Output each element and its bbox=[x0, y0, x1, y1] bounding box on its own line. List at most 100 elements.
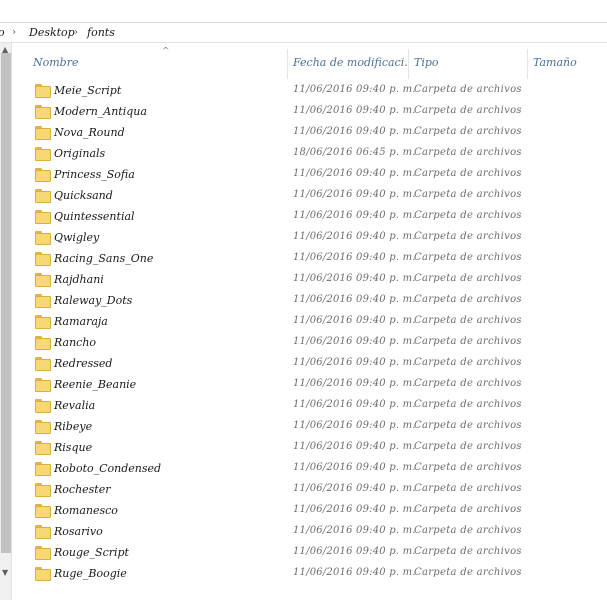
folder-icon bbox=[35, 441, 51, 455]
vertical-scrollbar[interactable]: ▲ ▼ bbox=[0, 43, 12, 600]
table-row[interactable]: Ramaraja 11/06/2016 09:40 p. m. Carpeta de… bbox=[12, 312, 607, 333]
table-row[interactable]: Rosarivo 11/06/2016 09:40 p. m. Carpeta de… bbox=[12, 522, 607, 543]
modified-date: 11/06/2016 09:40 p. m. bbox=[293, 252, 416, 263]
table-row[interactable]: Nova_Round 11/06/2016 09:40 p. m. Carpeta … bbox=[12, 123, 607, 144]
file-name[interactable]: Ruge_Boogie bbox=[54, 567, 127, 580]
file-type: Carpeta de archivos bbox=[414, 210, 522, 221]
modified-date: 11/06/2016 09:40 p. m. bbox=[293, 525, 416, 536]
modified-date: 11/06/2016 09:40 p. m. bbox=[293, 336, 416, 347]
modified-date: 11/06/2016 09:40 p. m. bbox=[293, 399, 416, 410]
modified-date: 11/06/2016 09:40 p. m. bbox=[293, 441, 416, 452]
file-name[interactable]: Modern_Antiqua bbox=[54, 105, 147, 118]
file-type: Carpeta de archivos bbox=[414, 483, 522, 494]
folder-icon bbox=[35, 378, 51, 392]
file-name[interactable]: Racing_Sans_One bbox=[54, 252, 153, 265]
breadcrumb-item-parent[interactable]: o bbox=[0, 26, 5, 39]
file-name[interactable]: Ramaraja bbox=[54, 315, 108, 328]
folder-icon bbox=[35, 315, 51, 329]
file-name[interactable]: Nova_Round bbox=[54, 126, 125, 139]
column-divider[interactable] bbox=[408, 49, 409, 79]
file-name[interactable]: Redressed bbox=[54, 357, 112, 370]
column-header-name[interactable]: Nombre bbox=[33, 56, 273, 69]
table-row[interactable]: Rancho 11/06/2016 09:40 p. m. Carpeta de a… bbox=[12, 333, 607, 354]
file-name[interactable]: Rosarivo bbox=[54, 525, 103, 538]
breadcrumb-item-desktop[interactable]: Desktop bbox=[29, 26, 75, 39]
table-row[interactable]: Rouge_Script 11/06/2016 09:40 p. m. Carpet… bbox=[12, 543, 607, 564]
file-name[interactable]: Ribeye bbox=[54, 420, 92, 433]
folder-icon bbox=[35, 273, 51, 287]
folder-icon bbox=[35, 546, 51, 560]
table-row[interactable]: Raleway_Dots 11/06/2016 09:40 p. m. Carpet… bbox=[12, 291, 607, 312]
folder-icon bbox=[35, 147, 51, 161]
table-row[interactable]: Ruge_Boogie 11/06/2016 09:40 p. m. Carpeta… bbox=[12, 564, 607, 585]
folder-icon bbox=[35, 483, 51, 497]
modified-date: 11/06/2016 09:40 p. m. bbox=[293, 210, 416, 221]
table-row[interactable]: Racing_Sans_One 11/06/2016 09:40 p. m. Car… bbox=[12, 249, 607, 270]
table-row[interactable]: Rochester 11/06/2016 09:40 p. m. Carpeta d… bbox=[12, 480, 607, 501]
table-row[interactable]: Quicksand 11/06/2016 09:40 p. m. Carpeta d… bbox=[12, 186, 607, 207]
column-header-type[interactable]: Tipo bbox=[414, 56, 524, 69]
chevron-right-icon[interactable]: › bbox=[74, 27, 78, 38]
chevron-right-icon[interactable]: › bbox=[12, 27, 16, 38]
file-name[interactable]: Rouge_Script bbox=[54, 546, 129, 559]
table-row[interactable]: Originals 18/06/2016 06:45 p. m. Carpeta d… bbox=[12, 144, 607, 165]
column-header-size[interactable]: Tamaño bbox=[533, 56, 603, 69]
table-row[interactable]: Revalia 11/06/2016 09:40 p. m. Carpeta de … bbox=[12, 396, 607, 417]
file-name[interactable]: Revalia bbox=[54, 399, 95, 412]
file-type: Carpeta de archivos bbox=[414, 273, 522, 284]
breadcrumb-item-fonts[interactable]: fonts bbox=[87, 26, 115, 39]
table-row[interactable]: Roboto_Condensed 11/06/2016 09:40 p. m. Ca… bbox=[12, 459, 607, 480]
scrollbar-thumb[interactable] bbox=[1, 53, 11, 553]
table-row[interactable]: Modern_Antiqua 11/06/2016 09:40 p. m. Carp… bbox=[12, 102, 607, 123]
modified-date: 18/06/2016 06:45 p. m. bbox=[293, 147, 416, 158]
file-name[interactable]: Rochester bbox=[54, 483, 111, 496]
folder-icon bbox=[35, 420, 51, 434]
file-name[interactable]: Rancho bbox=[54, 336, 96, 349]
file-type: Carpeta de archivos bbox=[414, 252, 522, 263]
table-row[interactable]: Princess_Sofia 11/06/2016 09:40 p. m. Carp… bbox=[12, 165, 607, 186]
table-row[interactable]: Risque 11/06/2016 09:40 p. m. Carpeta de a… bbox=[12, 438, 607, 459]
column-divider[interactable] bbox=[527, 49, 528, 79]
table-row[interactable]: Rajdhani 11/06/2016 09:40 p. m. Carpeta de… bbox=[12, 270, 607, 291]
table-row[interactable]: Quintessential 11/06/2016 09:40 p. m. Carp… bbox=[12, 207, 607, 228]
table-row[interactable]: Redressed 11/06/2016 09:40 p. m. Carpeta d… bbox=[12, 354, 607, 375]
address-bar[interactable]: o › Desktop › fonts bbox=[0, 22, 607, 43]
folder-icon bbox=[35, 525, 51, 539]
file-name[interactable]: Quintessential bbox=[54, 210, 135, 223]
folder-icon bbox=[35, 462, 51, 476]
file-name[interactable]: Originals bbox=[54, 147, 105, 160]
folder-icon bbox=[35, 504, 51, 518]
column-header-date[interactable]: Fecha de modificaci... bbox=[293, 56, 407, 69]
file-name[interactable]: Reenie_Beanie bbox=[54, 378, 136, 391]
file-name[interactable]: Romanesco bbox=[54, 504, 118, 517]
folder-icon bbox=[35, 126, 51, 140]
scroll-down-icon[interactable]: ▼ bbox=[2, 568, 8, 577]
modified-date: 11/06/2016 09:40 p. m. bbox=[293, 315, 416, 326]
file-name[interactable]: Rajdhani bbox=[54, 273, 104, 286]
file-type: Carpeta de archivos bbox=[414, 231, 522, 242]
table-row[interactable]: Ribeye 11/06/2016 09:40 p. m. Carpeta de a… bbox=[12, 417, 607, 438]
file-name[interactable]: Roboto_Condensed bbox=[54, 462, 161, 475]
file-type: Carpeta de archivos bbox=[414, 504, 522, 515]
file-type: Carpeta de archivos bbox=[414, 126, 522, 137]
file-name[interactable]: Raleway_Dots bbox=[54, 294, 132, 307]
folder-icon bbox=[35, 189, 51, 203]
table-row[interactable]: Meie_Script 11/06/2016 09:40 p. m. Carpeta… bbox=[12, 81, 607, 102]
folder-icon bbox=[35, 252, 51, 266]
folder-icon bbox=[35, 231, 51, 245]
file-type: Carpeta de archivos bbox=[414, 336, 522, 347]
table-row[interactable]: Qwigley 11/06/2016 09:40 p. m. Carpeta de … bbox=[12, 228, 607, 249]
table-row[interactable]: Reenie_Beanie 11/06/2016 09:40 p. m. Carpe… bbox=[12, 375, 607, 396]
folder-icon bbox=[35, 294, 51, 308]
file-name[interactable]: Qwigley bbox=[54, 231, 99, 244]
modified-date: 11/06/2016 09:40 p. m. bbox=[293, 420, 416, 431]
file-name[interactable]: Meie_Script bbox=[54, 84, 121, 97]
file-name[interactable]: Risque bbox=[54, 441, 92, 454]
modified-date: 11/06/2016 09:40 p. m. bbox=[293, 273, 416, 284]
folder-icon bbox=[35, 567, 51, 581]
column-divider[interactable] bbox=[287, 49, 288, 79]
file-type: Carpeta de archivos bbox=[414, 189, 522, 200]
table-row[interactable]: Romanesco 11/06/2016 09:40 p. m. Carpeta d… bbox=[12, 501, 607, 522]
file-name[interactable]: Quicksand bbox=[54, 189, 113, 202]
file-name[interactable]: Princess_Sofia bbox=[54, 168, 135, 181]
